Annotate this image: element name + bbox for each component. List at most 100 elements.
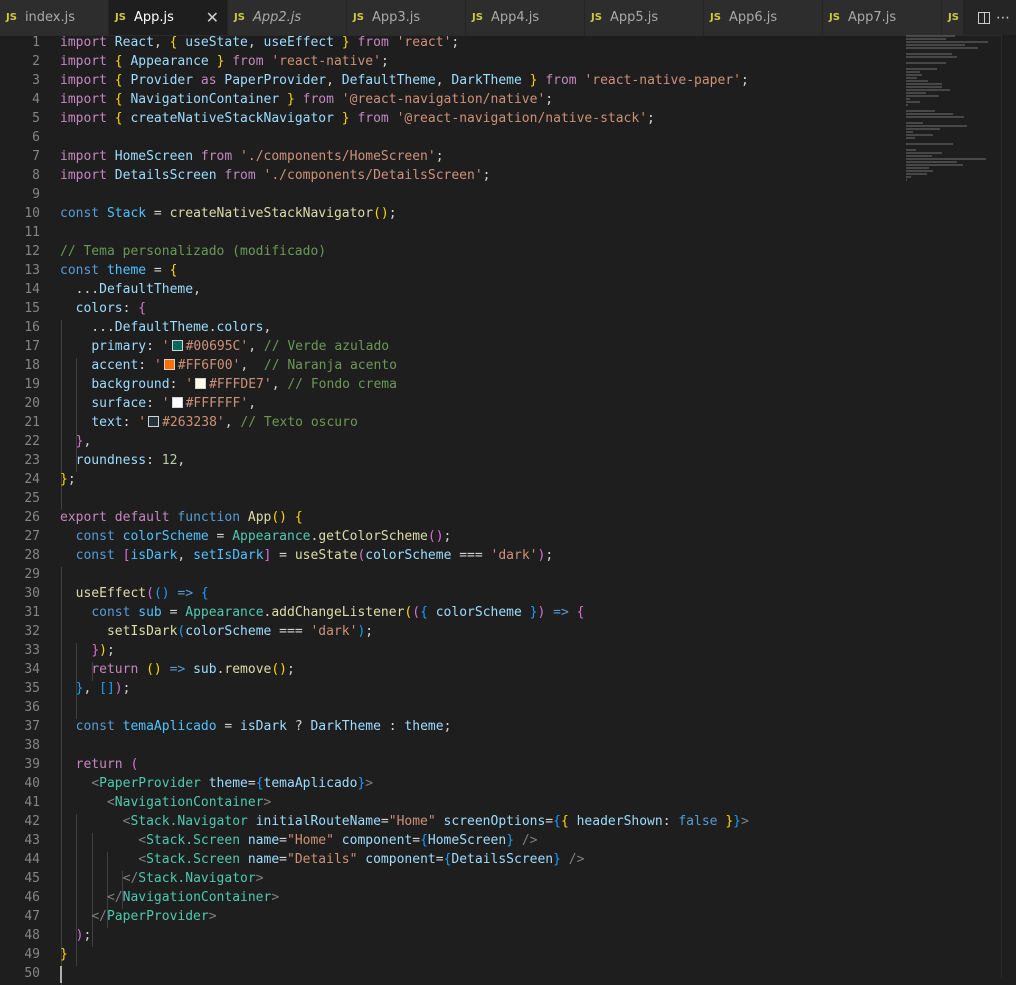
line-number: 10: [24, 206, 40, 221]
tab-app2-js[interactable]: JS App2.js: [228, 0, 347, 35]
code-line-14: ...DefaultTheme,: [60, 282, 201, 297]
minimap-line: [906, 47, 978, 49]
split-editor-icon[interactable]: [978, 11, 990, 24]
line-number: 41: [24, 795, 40, 810]
minimap-line: [906, 155, 932, 157]
minimap-line: [906, 134, 933, 136]
code-line-19: background: ' #FFFDE7', // Fondo crema: [91, 377, 397, 392]
line-number: 14: [24, 282, 40, 297]
code-line-17: primary: ' #00695C', // Verde azulado: [91, 339, 390, 354]
js-file-icon: JS: [948, 12, 959, 23]
more-actions-icon[interactable]: ⋯: [996, 10, 1010, 26]
color-swatch-accent[interactable]: [163, 359, 175, 370]
color-swatch-primary[interactable]: [171, 340, 183, 351]
minimap-line: [906, 110, 935, 112]
code-line-48: );: [75, 928, 92, 943]
minimap-line: [906, 83, 942, 85]
code-editor[interactable]: 1 2 3 4 5 6 7 8 9 10 11 12 13 14 15 16 17 18 19 20 21 22 23 24 2…: [0, 35, 1016, 985]
code-line-43: <Stack.Screen name="Home" component={Hom…: [138, 833, 538, 848]
code-line-28: const [isDark, setIsDark] = useState(col…: [75, 548, 554, 563]
close-icon[interactable]: ✕: [206, 8, 219, 27]
line-number: 7: [32, 149, 40, 164]
minimap-line: [906, 161, 957, 163]
js-file-icon: JS: [353, 12, 364, 23]
js-file-icon: JS: [115, 11, 126, 23]
line-number-gutter: 1 2 3 4 5 6 7 8 9 10 11 12 13 14 15 16 17 18 19 20 21 22 23 24 2…: [0, 33, 40, 983]
minimap-line: [906, 95, 939, 97]
code-line-10: const Stack = createNativeStackNavigator…: [60, 206, 397, 221]
code-line-4: import { NavigationContainer } from '@re…: [60, 92, 554, 107]
line-number: 15: [24, 301, 40, 316]
js-file-icon: JS: [6, 12, 17, 23]
code-line-33: });: [91, 643, 115, 658]
tab-app4-js[interactable]: JS App4.js: [466, 0, 585, 35]
tab-index-js[interactable]: JS index.js: [0, 0, 109, 35]
tab-app6-js[interactable]: JS App6.js: [704, 0, 823, 35]
js-file-icon: JS: [829, 12, 840, 23]
minimap-line: [906, 128, 940, 130]
minimap-line: [906, 158, 986, 160]
line-number: 20: [24, 396, 40, 411]
minimap-line: [906, 113, 953, 115]
minimap-line: [906, 149, 916, 151]
code-line-32: setIsDark(colorScheme === 'dark');: [106, 624, 374, 639]
code-line-12: // Tema personalizado (modificado): [60, 244, 327, 259]
minimap[interactable]: [906, 35, 1002, 181]
tab-label: App7.js: [847, 10, 897, 25]
code-line-16: ...DefaultTheme.colors,: [60, 320, 272, 335]
line-number: 5: [32, 111, 40, 126]
line-number: 21: [24, 415, 40, 430]
editor-tab-bar: JS index.js JS App.js ✕ JS App2.js JS Ap…: [0, 0, 1016, 36]
minimap-line: [906, 53, 952, 55]
tab-label: App5.js: [609, 10, 659, 25]
code-line-18: accent: ' #FF6F00', // Naranja acento: [91, 358, 397, 373]
minimap-line: [906, 104, 908, 106]
line-number: 1: [32, 35, 40, 50]
color-swatch-text[interactable]: [148, 416, 160, 427]
tab-overflow[interactable]: JS: [942, 0, 964, 35]
code-line-35: }, []);: [75, 681, 131, 696]
minimap-line: [906, 80, 928, 82]
line-number: 35: [24, 681, 40, 696]
minimap-line: [906, 41, 988, 43]
minimap-line: [906, 125, 967, 127]
code-line-21: text: ' #263238', // Texto oscuro: [91, 415, 358, 430]
tab-app5-js[interactable]: JS App5.js: [585, 0, 704, 35]
minimap-line: [906, 101, 920, 103]
line-number: 26: [24, 510, 40, 525]
line-number: 22: [24, 434, 40, 449]
minimap-line: [906, 98, 910, 100]
line-number: 49: [24, 947, 40, 962]
minimap-line: [906, 89, 950, 91]
code-line-13: const theme = {: [60, 263, 178, 278]
vertical-scrollbar[interactable]: [1001, 35, 1016, 978]
minimap-line: [906, 137, 915, 139]
minimap-line: [906, 179, 907, 181]
minimap-line: [906, 164, 963, 166]
tab-label: index.js: [24, 10, 76, 25]
line-number: 33: [24, 643, 40, 658]
minimap-line: [906, 173, 927, 175]
code-line-23: roundness: 12,: [75, 453, 186, 468]
color-swatch-background[interactable]: [195, 378, 207, 389]
line-number: 2: [32, 54, 40, 69]
js-file-icon: JS: [710, 12, 721, 23]
line-number: 31: [24, 605, 40, 620]
tab-app-js[interactable]: JS App.js ✕: [109, 0, 228, 35]
tab-app7-js[interactable]: JS App7.js: [823, 0, 942, 35]
code-line-47: </PaperProvider>: [91, 909, 217, 924]
code-line-46: </NavigationContainer>: [106, 890, 280, 905]
minimap-line: [906, 170, 933, 172]
tab-app3-js[interactable]: JS App3.js: [347, 0, 466, 35]
line-number: 43: [24, 833, 40, 848]
line-number: 45: [24, 871, 40, 886]
color-swatch-surface[interactable]: [171, 397, 183, 408]
line-number: 50: [24, 966, 40, 981]
minimap-line: [906, 167, 929, 169]
minimap-line: [906, 152, 942, 154]
